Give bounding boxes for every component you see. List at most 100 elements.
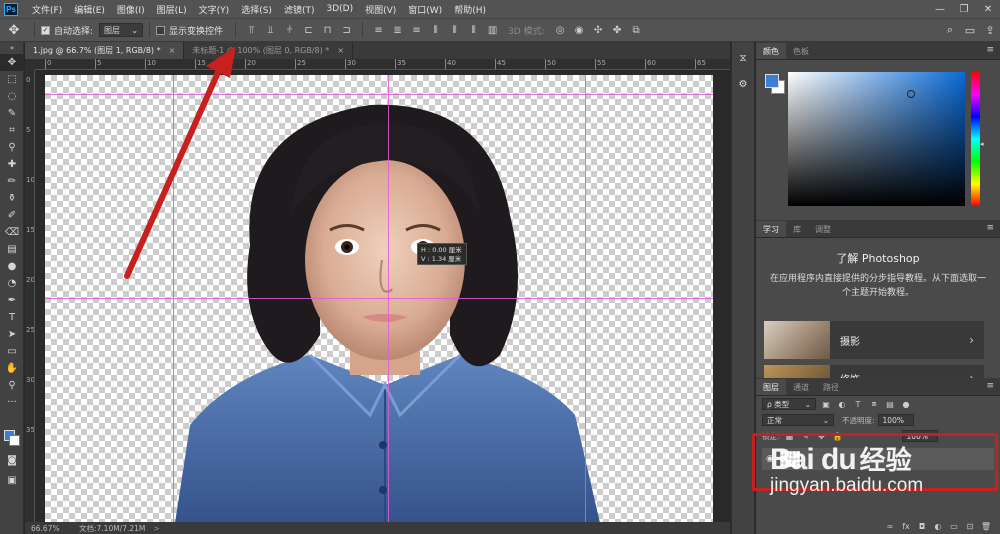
align-bottom-icon[interactable]: ⫩ <box>283 24 296 36</box>
doc-tab-2[interactable]: 未标题-1 @ 100% (图层 0, RGB/8) * × <box>184 42 354 59</box>
tab-color[interactable]: 颜色 <box>756 43 786 59</box>
gradient-tool-icon[interactable]: ▤ <box>0 241 24 258</box>
drag-3d-icon[interactable]: ✣ <box>592 24 605 36</box>
ruler-corner[interactable] <box>25 59 35 70</box>
scale-3d-icon[interactable]: ⧉ <box>630 24 643 36</box>
slide-3d-icon[interactable]: ✤ <box>611 24 624 36</box>
orbit-3d-icon[interactable]: ◎ <box>554 24 567 36</box>
align-vcenter-icon[interactable]: ⫫ <box>264 24 277 36</box>
delete-layer-icon[interactable]: 🗑 <box>978 522 994 531</box>
filter-toggle-icon[interactable]: ● <box>900 399 912 410</box>
menu-file[interactable]: 文件(F) <box>26 3 68 16</box>
tab-channels[interactable]: 通道 <box>786 379 816 395</box>
distribute-vcenter-icon[interactable]: ≣ <box>391 24 404 36</box>
tab-learn[interactable]: 学习 <box>756 221 786 237</box>
share-icon[interactable]: ⇪ <box>980 24 1000 37</box>
filter-pixel-icon[interactable]: ▣ <box>820 399 832 410</box>
tab-paths[interactable]: 路径 <box>816 379 846 395</box>
close-icon[interactable]: × <box>337 46 344 55</box>
rectangle-tool-icon[interactable]: ▭ <box>0 343 24 360</box>
auto-align-icon[interactable]: ▥ <box>486 24 499 36</box>
menu-image[interactable]: 图像(I) <box>111 3 151 16</box>
tab-libraries[interactable]: 库 <box>786 221 808 237</box>
align-hcenter-icon[interactable]: ⊓ <box>321 24 334 36</box>
marquee-tool-icon[interactable]: ⬚ <box>0 71 24 88</box>
new-layer-icon[interactable]: ⊡ <box>962 522 978 531</box>
auto-select-dropdown[interactable]: 图层 ⌄ <box>99 23 144 37</box>
distribute-bottom-icon[interactable]: ≡ <box>410 24 423 36</box>
history-panel-icon[interactable]: ⧖ <box>732 48 754 68</box>
zoom-tool-icon[interactable]: ⚲ <box>0 377 24 394</box>
hue-marker-icon[interactable]: ◂ <box>980 140 984 148</box>
opacity-field[interactable]: 100% <box>877 414 914 426</box>
color-field[interactable] <box>788 72 965 206</box>
workspace-icon[interactable]: ▭ <box>960 24 980 37</box>
adjustment-layer-icon[interactable]: ◐ <box>930 522 946 531</box>
menu-3d[interactable]: 3D(D) <box>320 4 359 14</box>
align-left-icon[interactable]: ⊏ <box>302 24 315 36</box>
learn-card-photography[interactable]: 摄影 › <box>764 321 984 359</box>
add-mask-icon[interactable]: ◘ <box>914 522 930 531</box>
hand-tool-icon[interactable]: ✋ <box>0 360 24 377</box>
filter-type-icon[interactable]: T <box>852 399 864 410</box>
blend-mode-dropdown[interactable]: 正常 ⌄ <box>762 414 834 426</box>
color-picker-cursor[interactable] <box>907 90 915 98</box>
menu-select[interactable]: 选择(S) <box>235 3 278 16</box>
doc-tab-1[interactable]: 1.jpg @ 66.7% (图层 1, RGB/8) * × <box>25 42 185 59</box>
menu-filter[interactable]: 滤镜(T) <box>278 3 321 16</box>
auto-select-checkbox[interactable]: ✓ <box>41 25 50 35</box>
healing-brush-tool-icon[interactable]: ✚ <box>0 156 24 173</box>
menu-layer[interactable]: 图层(L) <box>151 3 193 16</box>
quick-mask-icon[interactable]: ◙ <box>0 452 24 469</box>
align-top-icon[interactable]: ⫪ <box>245 24 258 36</box>
distribute-top-icon[interactable]: ≡ <box>372 24 385 36</box>
show-transform-checkbox[interactable] <box>156 25 166 35</box>
filter-shape-icon[interactable]: ⧈ <box>868 399 880 410</box>
guide-horizontal[interactable] <box>45 94 713 95</box>
new-group-icon[interactable]: ▭ <box>946 522 962 531</box>
dodge-tool-icon[interactable]: ◔ <box>0 275 24 292</box>
roll-3d-icon[interactable]: ◉ <box>573 24 586 36</box>
eraser-tool-icon[interactable]: ⌫ <box>0 224 24 241</box>
kind-filter-dropdown[interactable]: ρ 类型 ⌄ <box>762 398 816 410</box>
tab-layers[interactable]: 图层 <box>756 379 786 395</box>
tab-swatches[interactable]: 色板 <box>786 43 816 59</box>
guide-horizontal[interactable] <box>45 298 713 299</box>
blur-tool-icon[interactable]: ● <box>0 258 24 275</box>
move-tool-preset-icon[interactable]: ✥ <box>0 20 28 40</box>
minimize-button[interactable]: — <box>928 0 952 18</box>
vertical-ruler[interactable]: 0 5 10 15 20 25 30 35 <box>25 70 35 522</box>
menu-window[interactable]: 窗口(W) <box>402 3 448 16</box>
menu-help[interactable]: 帮助(H) <box>448 3 492 16</box>
panel-menu-icon[interactable]: ≡ <box>986 45 994 55</box>
path-select-tool-icon[interactable]: ➤ <box>0 326 24 343</box>
tab-adjustments[interactable]: 调整 <box>808 221 838 237</box>
more-tools-icon[interactable]: ··· <box>0 394 24 411</box>
panel-menu-icon[interactable]: ≡ <box>986 223 994 233</box>
brush-tool-icon[interactable]: ✏ <box>0 173 24 190</box>
distribute-left-icon[interactable]: ⦀ <box>429 24 442 36</box>
document-canvas[interactable]: H : 0.00 厘米 V : 1.34 厘米 <box>45 75 713 522</box>
close-button[interactable]: ✕ <box>976 0 1000 18</box>
menu-type[interactable]: 文字(Y) <box>193 3 236 16</box>
properties-panel-icon[interactable]: ⚙ <box>732 74 754 94</box>
clone-stamp-tool-icon[interactable]: ⚱ <box>0 190 24 207</box>
zoom-level[interactable]: 66.67% <box>25 524 65 533</box>
pen-tool-icon[interactable]: ✒ <box>0 292 24 309</box>
move-tool-icon[interactable]: ✥ <box>0 54 24 71</box>
distribute-right-icon[interactable]: ⦀ <box>467 24 480 36</box>
hue-slider[interactable] <box>971 72 980 206</box>
close-icon[interactable]: × <box>169 46 176 55</box>
history-brush-tool-icon[interactable]: ✐ <box>0 207 24 224</box>
menu-edit[interactable]: 编辑(E) <box>68 3 111 16</box>
distribute-hcenter-icon[interactable]: ⦀ <box>448 24 461 36</box>
menu-view[interactable]: 视图(V) <box>359 3 402 16</box>
crop-tool-icon[interactable]: ⌗ <box>0 122 24 139</box>
screen-mode-icon[interactable]: ▣ <box>0 472 24 489</box>
horizontal-ruler[interactable]: 0 5 10 15 20 25 30 35 40 45 50 55 60 65 <box>35 59 730 70</box>
search-icon[interactable]: ⌕ <box>940 23 960 37</box>
filter-adjustment-icon[interactable]: ◐ <box>836 399 848 410</box>
type-tool-icon[interactable]: T <box>0 309 24 326</box>
filter-smart-icon[interactable]: ▤ <box>884 399 896 410</box>
link-layers-icon[interactable]: ∞ <box>882 522 898 531</box>
